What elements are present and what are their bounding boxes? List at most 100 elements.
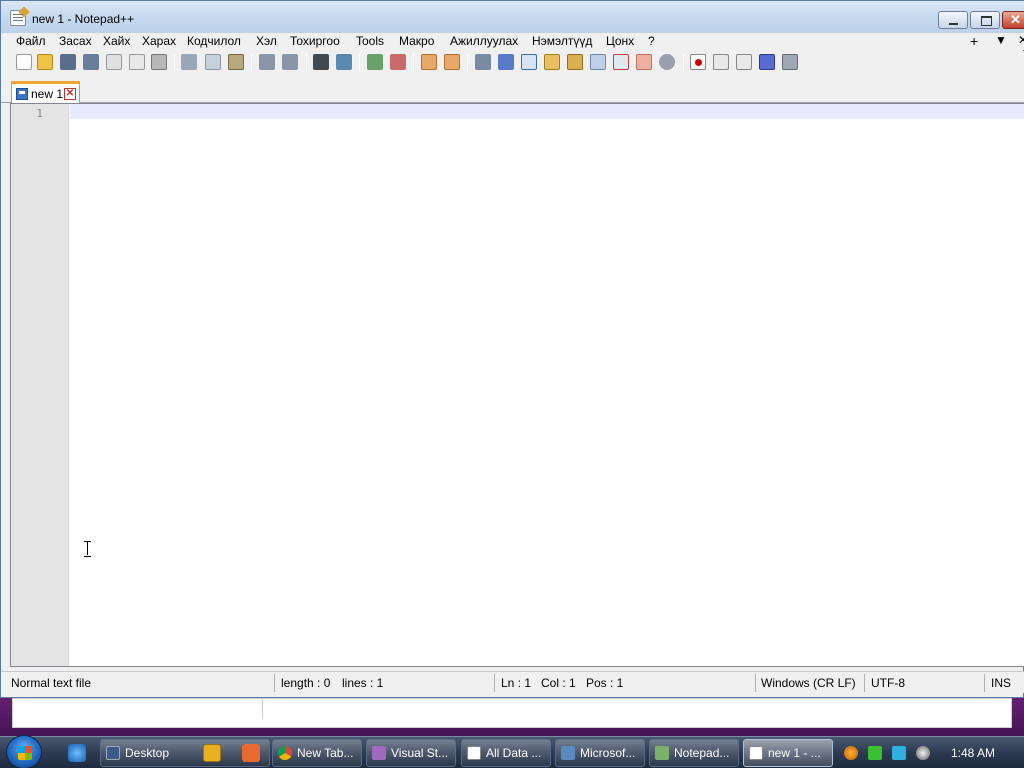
menu-language[interactable]: Хэл xyxy=(256,34,277,48)
new-file-icon[interactable] xyxy=(16,54,32,70)
text-editor[interactable]: 1 xyxy=(10,103,1024,667)
close-all-icon[interactable] xyxy=(129,54,145,70)
clock[interactable]: 1:48 AM xyxy=(951,746,995,760)
run-macro-multiple-icon[interactable] xyxy=(759,54,775,70)
tab-close-icon[interactable]: ✕ xyxy=(64,88,76,100)
menu-edit[interactable]: Засах xyxy=(59,34,92,48)
task-label: Visual St... xyxy=(391,746,449,760)
menu-tools[interactable]: Tools xyxy=(356,34,384,48)
monitoring-icon[interactable] xyxy=(636,54,652,70)
task-notepad[interactable]: Notepad... xyxy=(649,739,739,767)
display-tray-icon[interactable] xyxy=(892,746,906,760)
menu-plugins[interactable]: Нэмэлтүүд xyxy=(532,34,592,48)
status-bar: Normal text file length : 0 lines : 1 Ln… xyxy=(1,671,1024,693)
indent-guide-icon[interactable] xyxy=(521,54,537,70)
save-macro-icon[interactable] xyxy=(782,54,798,70)
save-icon[interactable] xyxy=(60,54,76,70)
start-button[interactable] xyxy=(6,735,42,768)
task-visual-studio[interactable]: Visual St... xyxy=(366,739,456,767)
status-file-type: Normal text file xyxy=(11,676,92,690)
data-icon xyxy=(467,746,481,760)
media-player-icon[interactable] xyxy=(203,744,221,762)
volume-tray-icon[interactable] xyxy=(916,746,930,760)
maximize-button[interactable] xyxy=(970,11,1000,29)
show-all-chars-icon[interactable] xyxy=(498,54,514,70)
status-encoding: UTF-8 xyxy=(871,676,905,690)
replace-icon[interactable] xyxy=(336,54,352,70)
copy-icon[interactable] xyxy=(205,54,221,70)
user-language-icon[interactable] xyxy=(544,54,560,70)
sync-vertical-icon[interactable] xyxy=(421,54,437,70)
internet-explorer-icon[interactable] xyxy=(68,744,86,762)
stop-macro-icon[interactable] xyxy=(713,54,729,70)
notepad-plus-window: new 1 - Notepad++ Файл Засах Хайх Харах … xyxy=(0,0,1024,698)
close-tab-x[interactable]: ✕ xyxy=(1018,33,1024,47)
status-position: Pos : 1 xyxy=(586,676,624,690)
task-chrome[interactable]: New Tab... xyxy=(272,739,362,767)
chrome-icon xyxy=(278,746,292,760)
network-tray-icon[interactable] xyxy=(868,746,882,760)
play-macro-icon[interactable] xyxy=(736,54,752,70)
visual-studio-icon xyxy=(372,746,386,760)
line-number: 1 xyxy=(36,107,43,120)
sync-horizontal-icon[interactable] xyxy=(444,54,460,70)
close-file-icon[interactable] xyxy=(106,54,122,70)
cut-icon[interactable] xyxy=(181,54,197,70)
window-title: new 1 - Notepad++ xyxy=(32,12,135,26)
task-label: Notepad... xyxy=(674,746,730,760)
zoom-out-icon[interactable] xyxy=(390,54,406,70)
plugin-icon[interactable] xyxy=(659,54,675,70)
save-all-icon[interactable] xyxy=(83,54,99,70)
status-length: length : 0 xyxy=(281,676,331,690)
find-icon[interactable] xyxy=(313,54,329,70)
print-icon[interactable] xyxy=(151,54,167,70)
desktop-screen: new 1 - Notepad++ Файл Засах Хайх Харах … xyxy=(0,0,1024,768)
function-list-icon[interactable] xyxy=(590,54,606,70)
task-all-data[interactable]: All Data ... xyxy=(461,739,551,767)
tab-list-dropdown[interactable]: ▼ xyxy=(995,33,1007,47)
menu-help[interactable]: ? xyxy=(648,34,655,48)
add-tab-button[interactable]: + xyxy=(970,33,978,49)
task-label: Desktop xyxy=(125,746,170,760)
menu-window[interactable]: Цонх xyxy=(606,34,634,48)
status-line: Ln : 1 xyxy=(501,676,532,690)
task-microsoft[interactable]: Microsof... xyxy=(555,739,645,767)
folder-workspace-icon[interactable] xyxy=(613,54,629,70)
saved-file-icon xyxy=(16,88,28,100)
firefox-icon[interactable] xyxy=(242,744,260,762)
tab-strip: new 1 ✕ xyxy=(1,73,1024,103)
text-cursor-icon xyxy=(84,541,91,557)
tab-new-1[interactable]: new 1 ✕ xyxy=(11,81,80,103)
menu-file[interactable]: Файл xyxy=(16,34,46,48)
notepad-plus-icon xyxy=(749,746,763,760)
search-tray-icon[interactable] xyxy=(844,746,858,760)
menu-macro[interactable]: Макро xyxy=(399,34,434,48)
task-label: New Tab... xyxy=(297,746,354,760)
open-file-icon[interactable] xyxy=(37,54,53,70)
toolbar xyxy=(1,51,1024,73)
zoom-in-icon[interactable] xyxy=(367,54,383,70)
menu-view[interactable]: Харах xyxy=(142,34,176,48)
menu-search[interactable]: Хайх xyxy=(103,34,130,48)
word-wrap-icon[interactable] xyxy=(475,54,491,70)
title-bar[interactable]: new 1 - Notepad++ xyxy=(1,1,1024,33)
menu-settings[interactable]: Тохиргоо xyxy=(290,34,340,48)
background-window xyxy=(12,698,1012,728)
close-button[interactable] xyxy=(1002,11,1024,29)
menu-encoding[interactable]: Кодчилол xyxy=(187,34,241,48)
status-eol: Windows (CR LF) xyxy=(761,676,856,690)
task-new-1[interactable]: new 1 - ... xyxy=(743,739,833,767)
redo-icon[interactable] xyxy=(282,54,298,70)
minimize-button[interactable] xyxy=(938,11,968,29)
menu-run[interactable]: Ажиллуулах xyxy=(450,34,518,48)
status-lines: lines : 1 xyxy=(342,676,384,690)
undo-icon[interactable] xyxy=(259,54,275,70)
task-label: Microsof... xyxy=(580,746,636,760)
notepad-icon xyxy=(655,746,669,760)
doc-map-icon[interactable] xyxy=(567,54,583,70)
task-label: new 1 - ... xyxy=(768,746,821,760)
record-macro-icon[interactable] xyxy=(690,54,706,70)
status-column: Col : 1 xyxy=(541,676,576,690)
paste-icon[interactable] xyxy=(228,54,244,70)
microsoft-icon xyxy=(561,746,575,760)
